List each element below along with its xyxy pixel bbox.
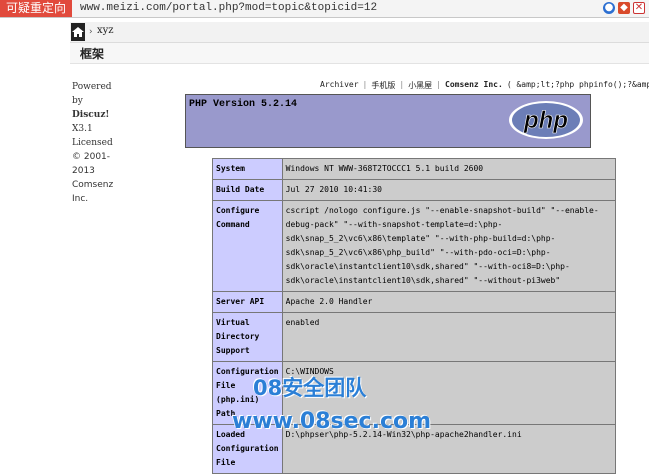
sidebar-line: by [72, 96, 83, 106]
breadcrumb-separator: › [89, 27, 93, 37]
sidebar-line: 2013 [72, 166, 95, 176]
sidebar-line: X3.1 [72, 124, 93, 134]
frame-title-bar [70, 43, 649, 64]
php-logo-text: php [523, 107, 568, 134]
close-icon[interactable]: ✕ [633, 2, 645, 14]
sidebar-line: © 2001- [72, 152, 111, 162]
footer-nav: Archiver | 手机版 | 小黑屋 | Comsenz Inc. ( &a… [320, 80, 649, 92]
comsenz-inc-link[interactable]: Comsenz Inc. [445, 80, 503, 92]
nav-separator: | [436, 80, 442, 89]
row-value: cscript /nologo configure.js "--enable-s… [281, 200, 617, 292]
table-row: System Windows NT WWW-368T2TOCCC1 5.1 bu… [212, 158, 617, 180]
watermark-url: www.08sec.com [232, 409, 432, 434]
powered-by-block: Powered by Discuz! X3.1 Licensed © 2001-… [72, 80, 132, 206]
row-key: System [212, 158, 283, 180]
blackroom-link[interactable]: 小黑屋 [408, 80, 432, 92]
suspicious-redirect-warning[interactable]: 可疑重定向 [0, 0, 73, 17]
row-key: Virtual Directory Support [212, 312, 283, 362]
row-key: Build Date [212, 179, 283, 201]
breadcrumb [70, 22, 649, 43]
extension-icon[interactable]: ◆ [618, 2, 630, 14]
watermark-team: 08安全团队 [253, 376, 367, 400]
row-value: enabled [281, 312, 617, 362]
toolbar-icons: ● ◆ ✕ [603, 2, 645, 14]
sidebar-line: Powered [72, 82, 112, 92]
table-row: Server API Apache 2.0 Handler [212, 291, 617, 313]
home-icon[interactable] [71, 23, 85, 41]
php-version-title: PHP Version 5.2.14 [189, 99, 298, 110]
php-logo: php [508, 100, 584, 144]
breadcrumb-item[interactable]: xyz [97, 25, 114, 36]
discuz-link[interactable]: Discuz! [72, 108, 132, 122]
row-value: Apache 2.0 Handler [281, 291, 617, 313]
phpinfo-header: PHP Version 5.2.14 php [185, 94, 591, 148]
table-row: Virtual Directory Support enabled [212, 312, 617, 362]
table-row: Build Date Jul 27 2010 10:41:30 [212, 179, 617, 201]
archiver-link[interactable]: Archiver [320, 80, 359, 92]
row-value: Jul 27 2010 10:41:30 [281, 179, 617, 201]
row-value: Windows NT WWW-368T2TOCCC1 5.1 build 260… [281, 158, 617, 180]
nav-separator: | [399, 80, 405, 89]
frame-title: 框架 [80, 47, 105, 61]
nav-separator: | [362, 80, 368, 89]
injected-code-text: ( &amp;lt;?php phpinfo();?&amp;gt [506, 80, 649, 89]
sidebar-line: Inc. [72, 194, 89, 204]
globe-icon[interactable]: ● [603, 2, 615, 14]
url-text[interactable]: www.meizi.com/portal.php?mod=topic&topic… [80, 0, 377, 17]
licensed-link[interactable]: Licensed [72, 136, 132, 150]
comsenz-link[interactable]: Comsenz [72, 178, 132, 192]
mobile-link[interactable]: 手机版 [371, 80, 395, 92]
table-row: Configure Command cscript /nologo config… [212, 200, 617, 292]
row-key: Configure Command [212, 200, 283, 292]
row-key: Server API [212, 291, 283, 313]
